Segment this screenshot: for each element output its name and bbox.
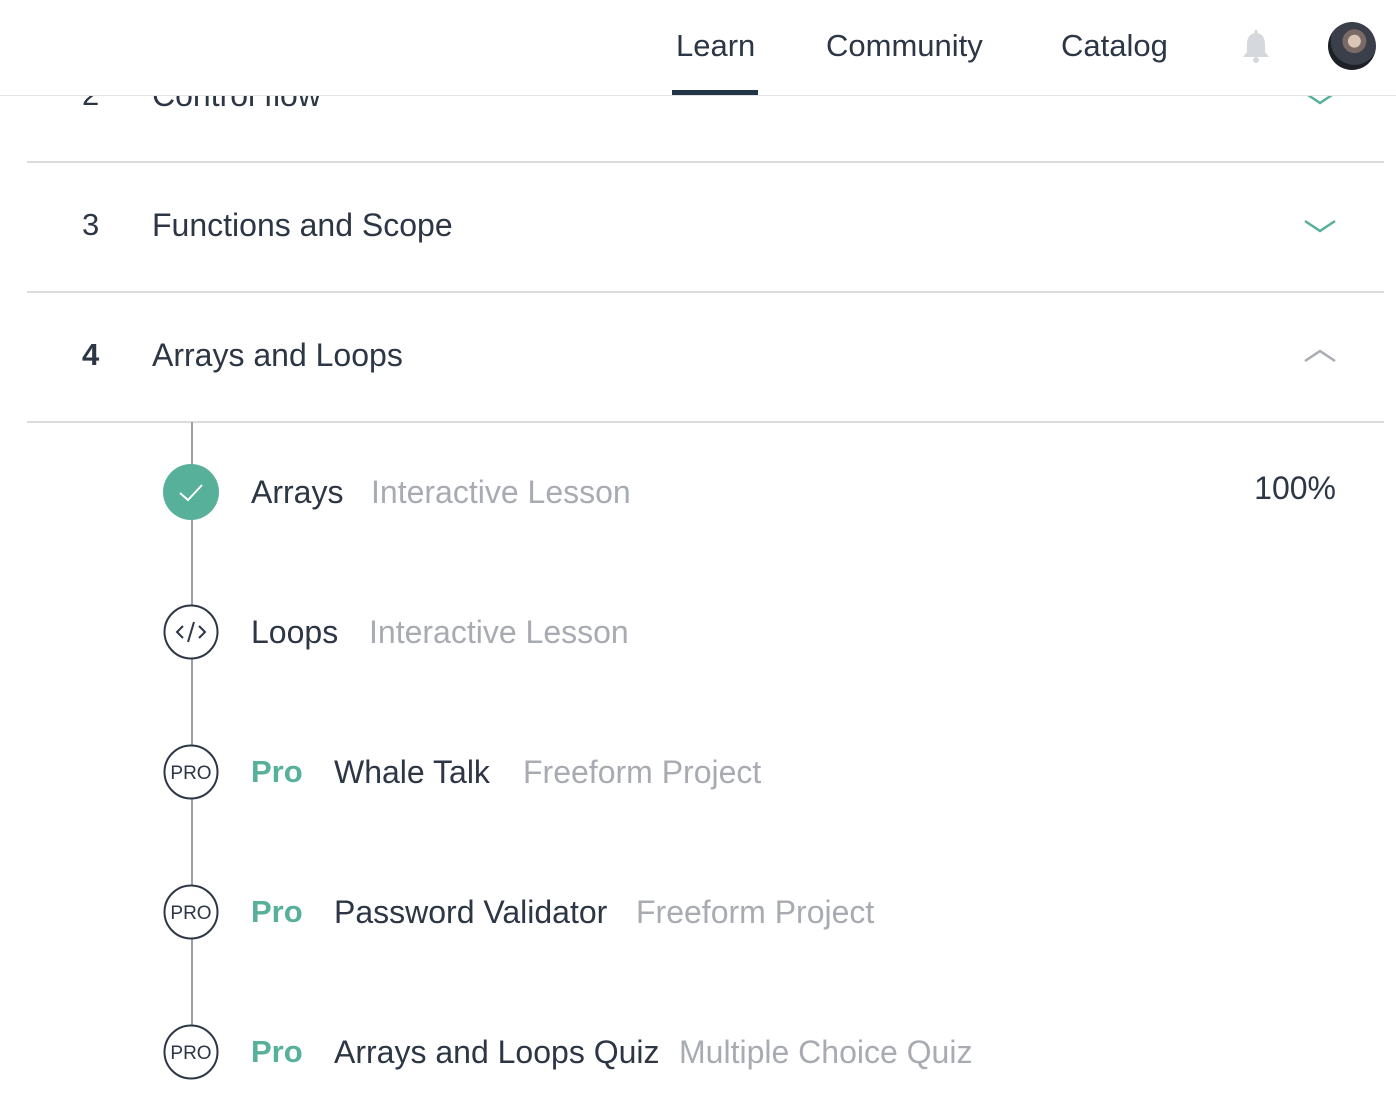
- bell-icon[interactable]: [1240, 30, 1272, 64]
- lesson-name: Whale Talk: [334, 754, 490, 790]
- lesson-type: Interactive Lesson: [369, 614, 629, 650]
- lesson-name: Loops: [251, 614, 339, 650]
- nav-learn[interactable]: Learn: [676, 26, 755, 66]
- pro-badge: Pro: [251, 1034, 303, 1069]
- pro-icon: PRO: [163, 744, 219, 800]
- lesson-name: Password Validator: [334, 894, 608, 930]
- nav-community[interactable]: Community: [826, 26, 983, 66]
- check-icon: [163, 464, 219, 520]
- lesson-password-validator[interactable]: PRO Pro Password Validator Freeform Proj…: [0, 882, 1396, 942]
- active-tab-underline: [672, 90, 758, 95]
- top-navigation: Learn Community Catalog: [0, 0, 1396, 96]
- pro-icon: PRO: [163, 1024, 219, 1080]
- user-avatar[interactable]: [1328, 22, 1376, 70]
- section-arrays-and-loops[interactable]: 4 Arrays and Loops: [27, 291, 1384, 423]
- code-icon: [163, 604, 219, 660]
- chevron-down-icon[interactable]: [1303, 217, 1337, 237]
- lesson-type: Interactive Lesson: [371, 474, 631, 510]
- lesson-name: Arrays and Loops Quiz: [334, 1034, 660, 1070]
- lesson-name: Arrays: [251, 474, 344, 510]
- lesson-whale-talk[interactable]: PRO Pro Whale Talk Freeform Project: [0, 742, 1396, 802]
- course-syllabus-page: 2 Control flow 3 Functions and Scope 4 A…: [0, 0, 1396, 1110]
- chevron-up-icon[interactable]: [1303, 345, 1337, 365]
- section-functions-and-scope[interactable]: 3 Functions and Scope: [27, 161, 1384, 293]
- pro-badge: Pro: [251, 894, 303, 929]
- nav-catalog[interactable]: Catalog: [1061, 26, 1168, 66]
- lesson-loops[interactable]: Loops Interactive Lesson: [0, 602, 1396, 662]
- section-number: 3: [82, 207, 100, 242]
- pro-icon: PRO: [163, 884, 219, 940]
- pro-icon-text: PRO: [170, 763, 211, 784]
- lesson-type: Freeform Project: [523, 754, 762, 790]
- pro-icon-text: PRO: [170, 903, 211, 924]
- lesson-type: Freeform Project: [636, 894, 875, 930]
- lesson-arrays[interactable]: Arrays Interactive Lesson 100%: [0, 462, 1396, 522]
- lesson-type: Multiple Choice Quiz: [679, 1034, 973, 1070]
- section-title: Arrays and Loops: [152, 337, 403, 373]
- pro-icon-text: PRO: [170, 1043, 211, 1064]
- pro-badge: Pro: [251, 754, 303, 789]
- section-title: Functions and Scope: [152, 207, 453, 243]
- section-number: 4: [82, 337, 100, 372]
- lesson-arrays-and-loops-quiz[interactable]: PRO Pro Arrays and Loops Quiz Multiple C…: [0, 1022, 1396, 1082]
- lesson-progress: 100%: [1254, 470, 1336, 506]
